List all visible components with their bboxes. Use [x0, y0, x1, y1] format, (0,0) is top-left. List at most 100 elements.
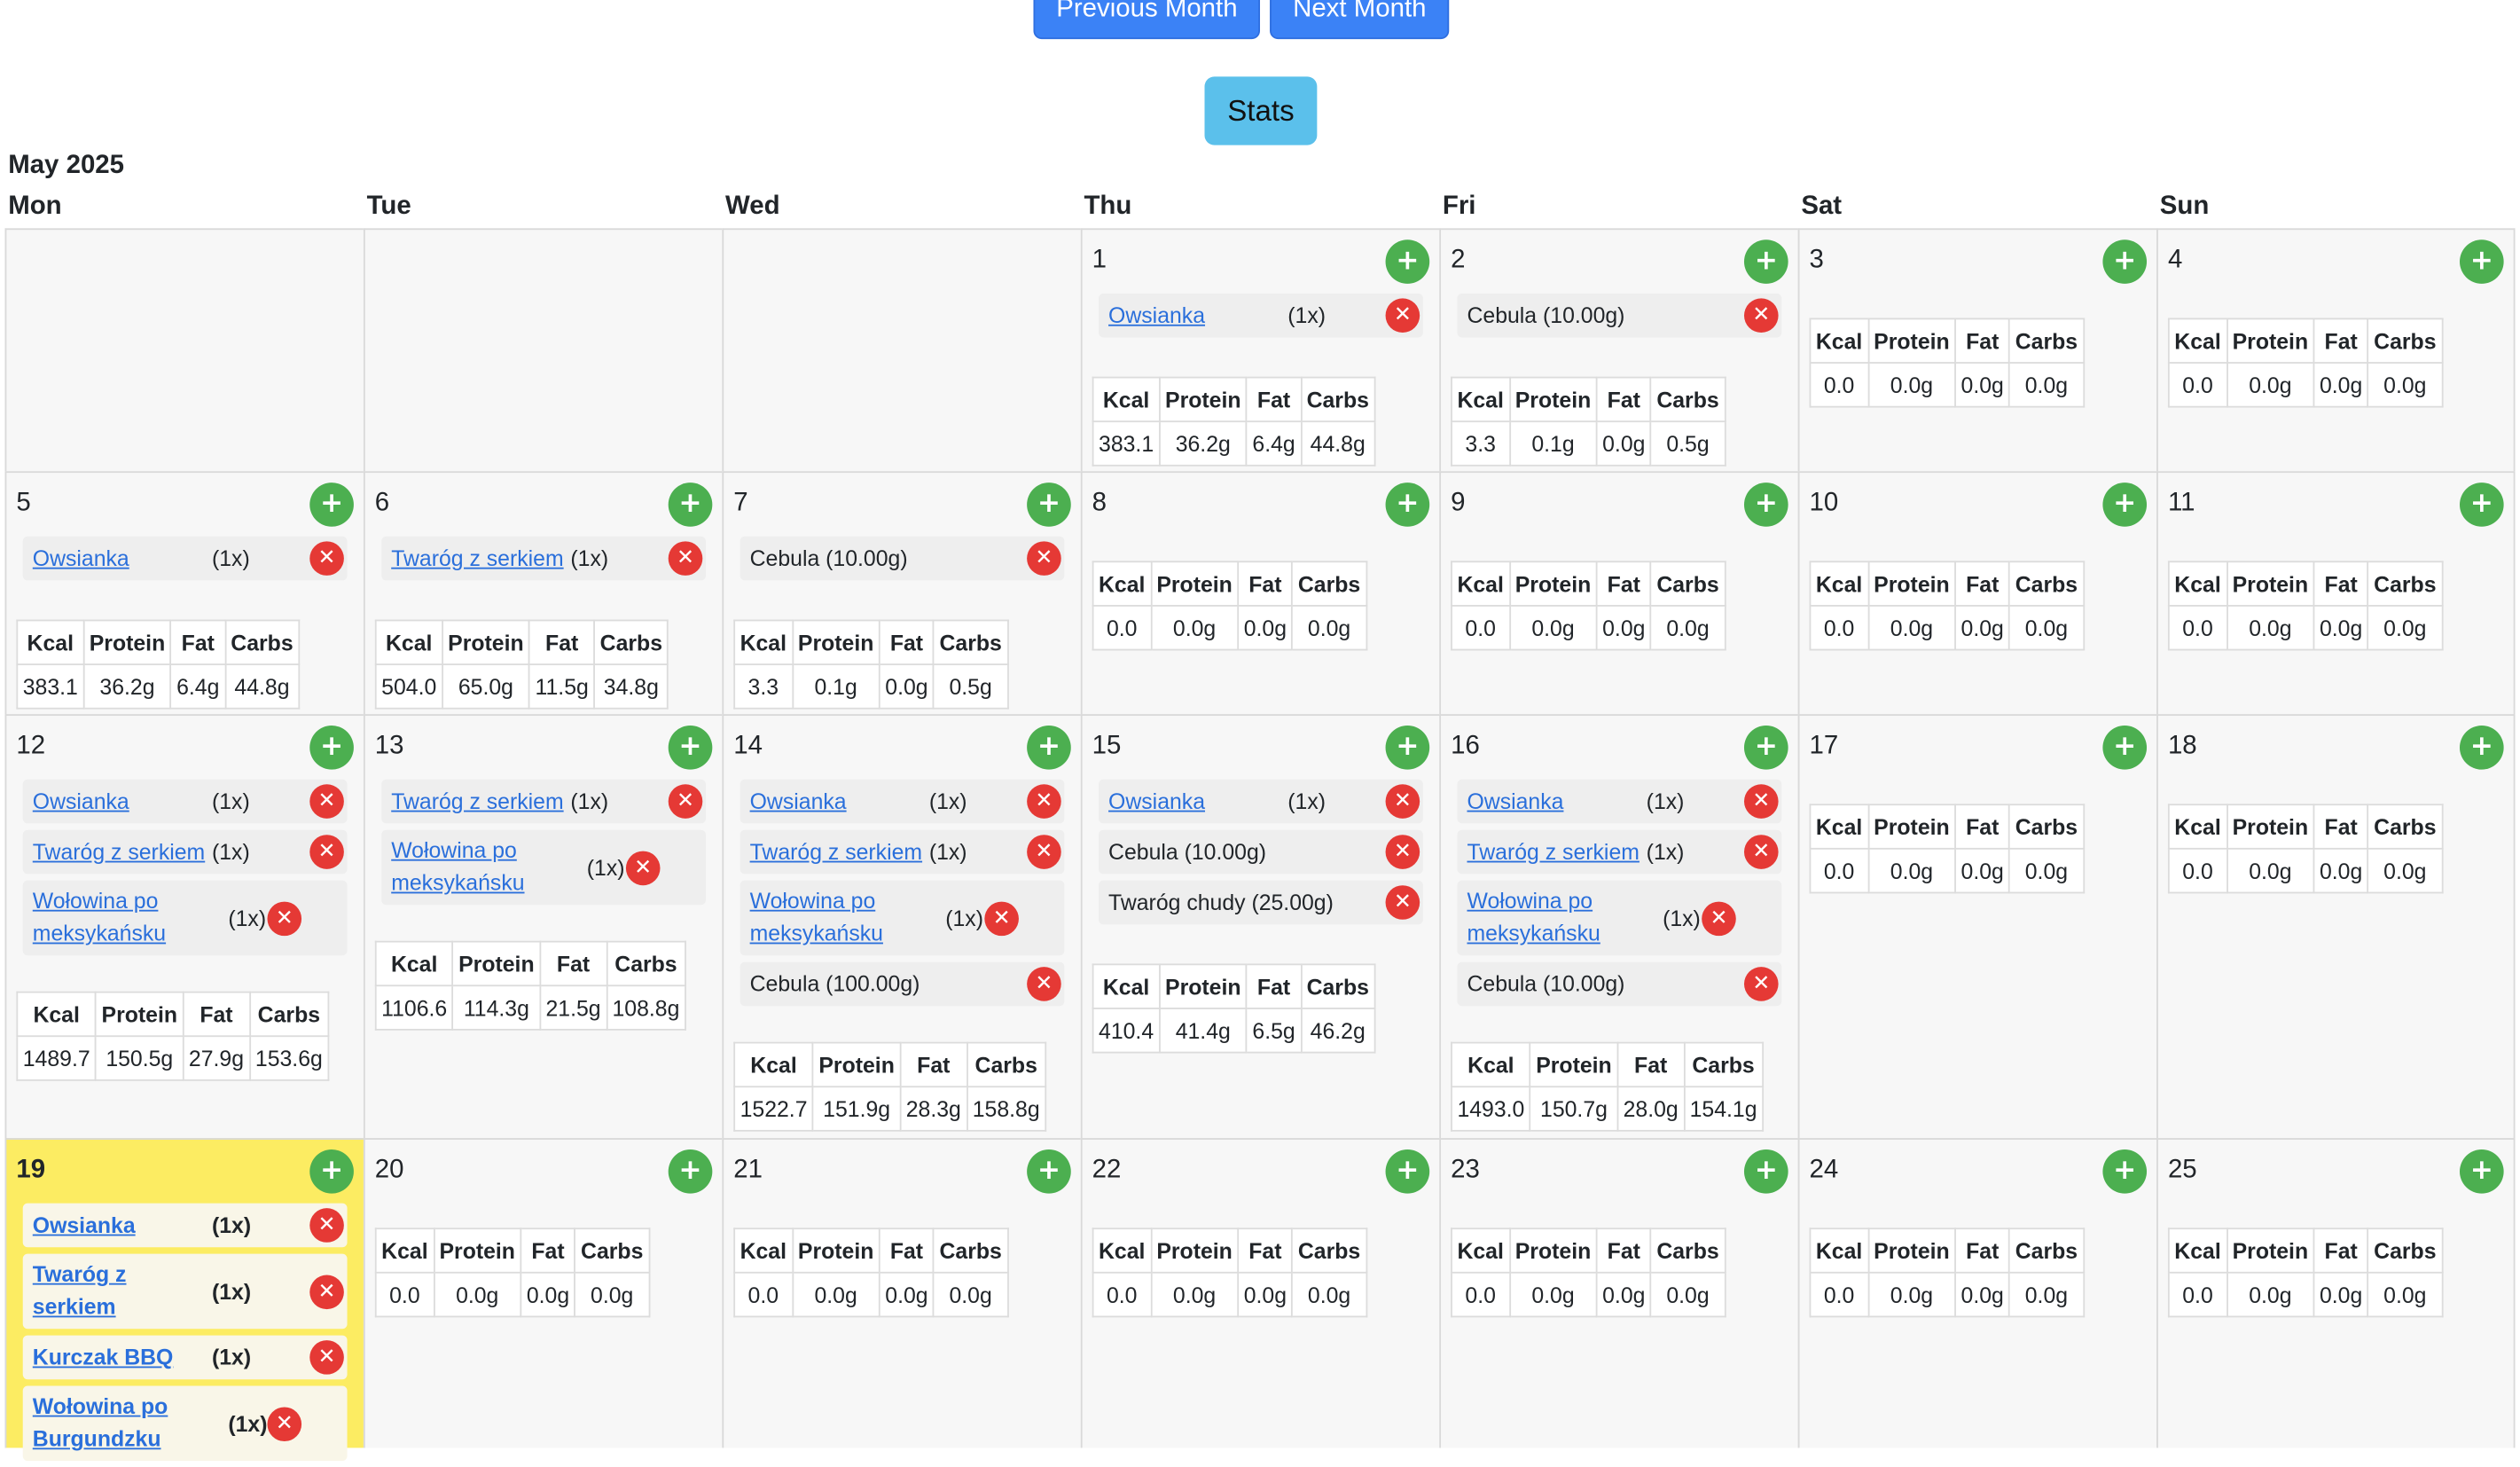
add-entry-button[interactable]: +: [309, 726, 354, 770]
remove-entry-button[interactable]: ✕: [668, 541, 703, 576]
x-icon: ✕: [1710, 906, 1728, 930]
remove-entry-button[interactable]: ✕: [668, 784, 703, 819]
remove-entry-button[interactable]: ✕: [309, 784, 344, 819]
day-cell: 20 + Kcal Protein Fat Carbs 0.0 0.0g 0.0g 0.0g: [363, 1138, 723, 1448]
add-entry-button[interactable]: +: [1743, 1149, 1788, 1194]
plus-icon: +: [1754, 244, 1778, 278]
remove-entry-button[interactable]: ✕: [1027, 835, 1061, 869]
meal-link[interactable]: Kurczak BBQ: [33, 1336, 212, 1378]
meal-link[interactable]: Twaróg z serkiem: [33, 831, 212, 874]
meal-link[interactable]: Owsianka: [1108, 781, 1287, 823]
day-cell: 21 + Kcal Protein Fat Carbs 0.0 0.0g 0.0g 0.0g: [722, 1138, 1081, 1448]
remove-entry-button[interactable]: ✕: [1385, 885, 1420, 920]
remove-entry-button[interactable]: ✕: [309, 1208, 344, 1243]
add-entry-button[interactable]: +: [668, 482, 713, 527]
add-entry-button[interactable]: +: [1385, 482, 1430, 527]
meal-link[interactable]: Owsianka: [33, 1204, 212, 1247]
quantity-label: (1x): [211, 1345, 252, 1370]
add-entry-button[interactable]: +: [1743, 239, 1788, 284]
remove-entry-button[interactable]: ✕: [1743, 784, 1779, 819]
add-entry-button[interactable]: +: [309, 1149, 354, 1194]
remove-entry-button[interactable]: ✕: [625, 850, 661, 885]
remove-entry-button[interactable]: ✕: [267, 900, 302, 936]
add-entry-button[interactable]: +: [2459, 726, 2504, 770]
remove-entry-button[interactable]: ✕: [1385, 298, 1420, 333]
add-entry-button[interactable]: +: [1385, 726, 1430, 770]
macro-totals-table: Kcal Protein Fat Carbs 0.0 0.0g 0.0g 0.0g: [2167, 804, 2443, 894]
add-entry-button[interactable]: +: [2102, 239, 2148, 284]
meal-link[interactable]: Twaróg z serkiem: [1467, 831, 1646, 874]
add-entry-button[interactable]: +: [668, 726, 713, 770]
meal-link[interactable]: Owsianka: [33, 537, 212, 580]
macro-value: 0.1g: [791, 663, 880, 710]
remove-entry-button[interactable]: ✕: [1027, 784, 1061, 819]
macro-totals-table: Kcal Protein Fat Carbs 0.0 0.0g 0.0g 0.0g: [1451, 1228, 1726, 1318]
remove-entry-button[interactable]: ✕: [1385, 784, 1420, 819]
add-entry-button[interactable]: +: [1385, 1149, 1430, 1194]
macro-header: Kcal: [1092, 561, 1152, 607]
macro-value: 34.8g: [593, 663, 669, 710]
meal-link[interactable]: Owsianka: [1108, 294, 1287, 337]
meal-link[interactable]: Wołowina po Burgundzku: [33, 1386, 229, 1462]
macro-value: 0.0g: [878, 663, 935, 710]
macro-header: Fat: [1595, 561, 1652, 607]
add-entry-button[interactable]: +: [668, 1149, 713, 1194]
macro-value: 0.0g: [1954, 847, 2011, 894]
add-entry-button[interactable]: +: [1027, 1149, 1071, 1194]
remove-entry-button[interactable]: ✕: [984, 900, 1019, 936]
meal-entry: Owsianka (1x) ✕: [1099, 779, 1423, 824]
macro-value: 0.0g: [2226, 605, 2315, 651]
meal-link[interactable]: Owsianka: [33, 781, 212, 823]
macro-value: 1106.6: [374, 985, 454, 1031]
stats-button[interactable]: Stats: [1204, 76, 1318, 145]
plus-icon: +: [1754, 487, 1778, 521]
previous-month-button[interactable]: Previous Month: [1033, 0, 1261, 40]
meal-link[interactable]: Owsianka: [1467, 781, 1646, 823]
add-entry-button[interactable]: +: [2459, 239, 2504, 284]
remove-entry-button[interactable]: ✕: [1385, 835, 1420, 869]
add-entry-button[interactable]: +: [1385, 239, 1430, 284]
macro-header: Kcal: [1809, 318, 1869, 364]
add-entry-button[interactable]: +: [1743, 726, 1788, 770]
day-cell: 16 + Owsianka (1x) ✕ Twaróg z serkiem (1x) ✕ Woł…: [1439, 714, 1798, 1139]
macro-header: Kcal: [16, 619, 85, 666]
add-entry-button[interactable]: +: [2459, 482, 2504, 527]
meal-link[interactable]: Wołowina po meksykańsku: [33, 881, 229, 956]
macro-value: 0.0g: [2313, 1271, 2369, 1318]
x-icon: ✕: [1752, 302, 1771, 328]
meal-link[interactable]: Twaróg z serkiem: [750, 831, 929, 874]
add-entry-button[interactable]: +: [309, 482, 354, 527]
remove-entry-button[interactable]: ✕: [1743, 298, 1779, 333]
macro-header: Kcal: [1451, 1041, 1531, 1088]
remove-entry-button[interactable]: ✕: [1743, 835, 1779, 869]
macro-header-row: Kcal Protein Fat Carbs: [1451, 1041, 1764, 1088]
remove-entry-button[interactable]: ✕: [267, 1406, 302, 1441]
add-entry-button[interactable]: +: [1027, 482, 1071, 527]
remove-entry-button[interactable]: ✕: [309, 1340, 344, 1375]
add-entry-button[interactable]: +: [1027, 726, 1071, 770]
remove-entry-button[interactable]: ✕: [309, 541, 344, 576]
remove-entry-button[interactable]: ✕: [1702, 900, 1736, 936]
next-month-button[interactable]: Next Month: [1270, 0, 1450, 40]
add-entry-button[interactable]: +: [2102, 482, 2148, 527]
meal-link[interactable]: Twaróg z serkiem: [391, 537, 570, 580]
macro-header: Fat: [539, 940, 607, 987]
add-entry-button[interactable]: +: [2102, 1149, 2148, 1194]
remove-entry-button[interactable]: ✕: [309, 835, 344, 869]
month-navigation: Previous Month Next Month: [1033, 0, 1450, 40]
meal-link[interactable]: Wołowina po meksykańsku: [391, 830, 587, 906]
remove-entry-button[interactable]: ✕: [309, 1274, 344, 1309]
meal-link[interactable]: Twaróg z serkiem: [33, 1254, 212, 1330]
macro-value-row: 0.0 0.0g 0.0g 0.0g: [2167, 847, 2443, 894]
meal-link[interactable]: Wołowina po meksykańsku: [1467, 881, 1663, 956]
meal-link[interactable]: Owsianka: [750, 781, 929, 823]
empty-day-cell: [363, 228, 723, 472]
add-entry-button[interactable]: +: [2102, 726, 2148, 770]
add-entry-button[interactable]: +: [2459, 1149, 2504, 1194]
meal-link[interactable]: Twaróg z serkiem: [391, 781, 570, 823]
remove-entry-button[interactable]: ✕: [1027, 967, 1061, 1001]
remove-entry-button[interactable]: ✕: [1027, 541, 1061, 576]
remove-entry-button[interactable]: ✕: [1743, 967, 1779, 1001]
meal-link[interactable]: Wołowina po meksykańsku: [750, 881, 946, 956]
add-entry-button[interactable]: +: [1743, 482, 1788, 527]
